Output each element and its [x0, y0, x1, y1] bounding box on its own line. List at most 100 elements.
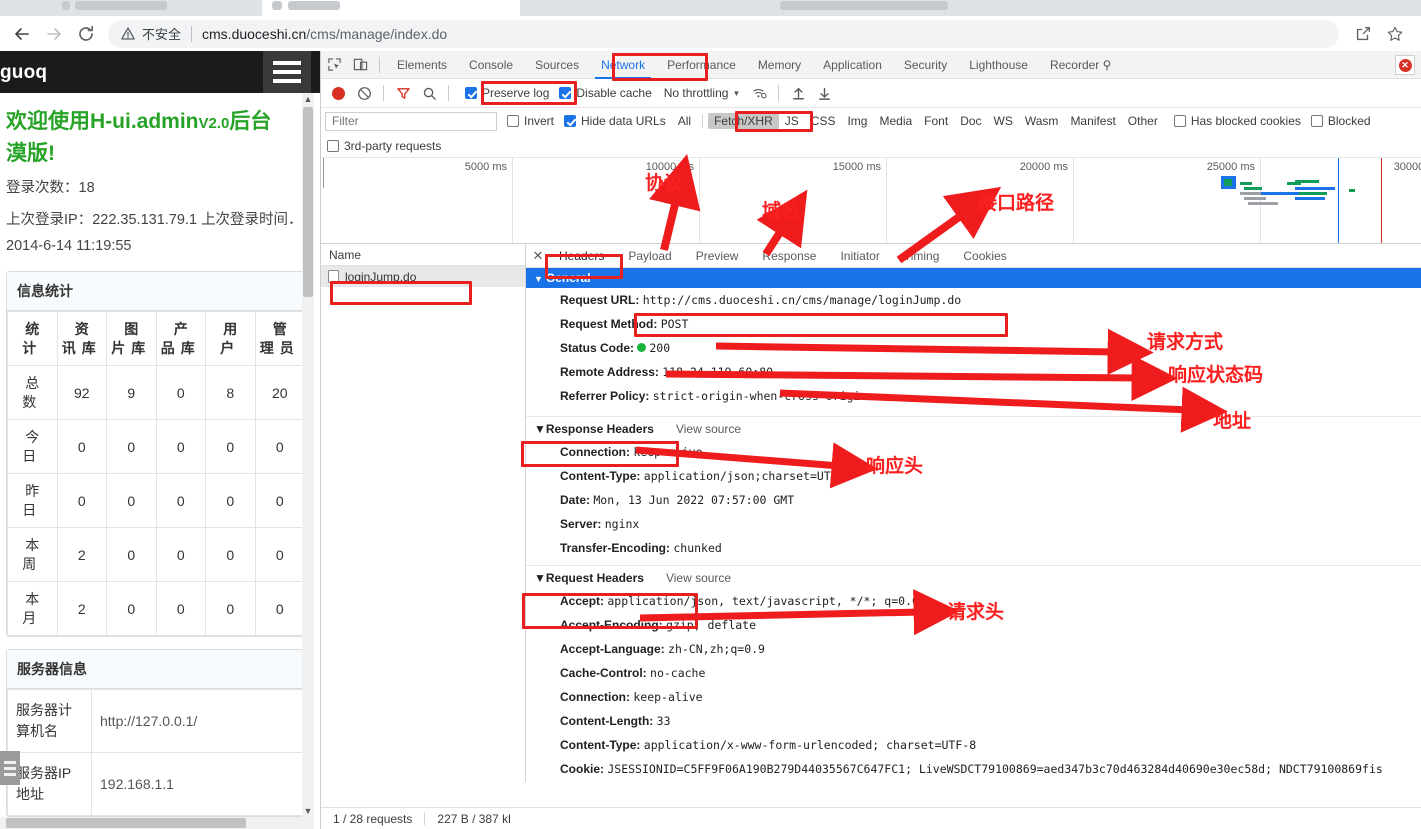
filter-funnel-icon[interactable]: [390, 80, 416, 106]
scroll-up-arrow-icon[interactable]: ▲: [302, 93, 314, 105]
tab-sources[interactable]: Sources: [524, 51, 590, 79]
request-headers-section-header[interactable]: ▼Request Headers View source: [526, 565, 1421, 589]
response-headers-title: Response Headers: [545, 421, 654, 436]
record-button-icon[interactable]: [325, 80, 351, 106]
view-source-link[interactable]: View source: [676, 417, 741, 441]
filter-chip-all[interactable]: All: [672, 113, 697, 129]
view-source-link[interactable]: View source: [666, 566, 731, 590]
stats-cell: 8: [205, 365, 256, 420]
request-list-header[interactable]: Name: [321, 244, 525, 266]
detail-tab-initiator[interactable]: Initiator: [828, 244, 891, 268]
clear-network-log-icon[interactable]: [351, 80, 377, 106]
has-blocked-cookies-checkbox[interactable]: Has blocked cookies: [1173, 114, 1301, 128]
scrollbar-thumb[interactable]: [6, 818, 246, 828]
checkbox-box[interactable]: [564, 115, 577, 127]
tab-application[interactable]: Application: [812, 51, 893, 79]
disable-cache-checkbox[interactable]: Disable cache: [559, 86, 652, 100]
export-har-icon[interactable]: [811, 80, 837, 106]
stats-cell: 0: [106, 527, 157, 582]
third-party-requests-checkbox[interactable]: 3rd-party requests: [327, 139, 441, 153]
tab-memory[interactable]: Memory: [747, 51, 812, 79]
header-key: Content-Length:: [560, 714, 654, 728]
filter-chip-ws[interactable]: WS: [988, 113, 1019, 129]
address-bar[interactable]: 不安全 cms.duoceshi.cn/cms/manage/index.do: [108, 19, 1339, 48]
tab-lighthouse[interactable]: Lighthouse: [958, 51, 1039, 79]
filter-chip-css[interactable]: CSS: [805, 113, 842, 129]
filter-chip-fetch-xhr[interactable]: Fetch/XHR: [708, 113, 779, 129]
filter-chip-img[interactable]: Img: [841, 113, 873, 129]
filter-chip-js[interactable]: JS: [779, 113, 805, 129]
request-list-item[interactable]: loginJump.do: [321, 266, 525, 287]
search-icon[interactable]: [416, 80, 442, 106]
checkbox-box[interactable]: [559, 87, 572, 99]
hamburger-menu-icon[interactable]: [263, 51, 311, 93]
header-key: Connection:: [560, 690, 630, 704]
reload-icon[interactable]: [70, 19, 102, 49]
network-conditions-icon[interactable]: [746, 80, 772, 106]
share-icon[interactable]: [1347, 19, 1379, 49]
tab-recorder[interactable]: Recorder ⚲: [1039, 51, 1123, 79]
star-icon[interactable]: [1379, 19, 1411, 49]
filter-chip-wasm[interactable]: Wasm: [1019, 113, 1065, 129]
chevron-down-icon: ▼: [534, 421, 546, 436]
detail-tab-timing[interactable]: Timing: [892, 244, 952, 268]
forward-arrow-icon[interactable]: [38, 19, 70, 49]
search-input[interactable]: [325, 111, 497, 131]
preserve-log-checkbox[interactable]: Preserve log: [465, 86, 549, 100]
detail-tab-cookies[interactable]: Cookies: [951, 244, 1018, 268]
checkbox-box[interactable]: [1310, 115, 1323, 127]
server-info-value: http://127.0.0.1/: [91, 689, 305, 753]
throttling-select[interactable]: No throttling ▼: [664, 86, 741, 100]
filter-chip-other[interactable]: Other: [1122, 113, 1164, 129]
chevron-down-icon: ▼: [732, 88, 741, 98]
detail-tab-headers[interactable]: Headers: [547, 244, 616, 268]
network-status-bar: 1 / 28 requests 227 B / 387 kl: [321, 807, 1421, 829]
detail-tab-preview[interactable]: Preview: [684, 244, 751, 268]
tab-network[interactable]: Network: [590, 51, 656, 79]
tab-performance[interactable]: Performance: [656, 51, 747, 79]
tab-console[interactable]: Console: [458, 51, 524, 79]
filter-chip-doc[interactable]: Doc: [954, 113, 987, 129]
browser-tab[interactable]: [524, 0, 776, 16]
detail-tab-response[interactable]: Response: [750, 244, 828, 268]
stats-table: 统计 资讯库 图片库 产品库 用户 管理员 总数 92 9 0 8 20 今日 …: [7, 311, 305, 636]
page-horizontal-scrollbar[interactable]: [0, 817, 308, 829]
tab-elements[interactable]: Elements: [386, 51, 458, 79]
chip-divider: [702, 114, 704, 128]
close-devtools-icon[interactable]: ✕: [1395, 55, 1415, 75]
page-vertical-scrollbar[interactable]: ▲ ▼: [302, 93, 314, 829]
detail-tab-payload[interactable]: Payload: [616, 244, 683, 268]
checkbox-box[interactable]: [327, 139, 339, 152]
sidebar-toggle-handle[interactable]: [0, 751, 20, 785]
table-row: 服务器IP地址 192.168.1.1: [7, 752, 305, 816]
hide-data-urls-checkbox[interactable]: Hide data URLs: [564, 114, 666, 128]
invert-checkbox[interactable]: Invert: [507, 114, 554, 128]
general-section-header[interactable]: ▼ General: [526, 268, 1421, 288]
close-detail-icon[interactable]: ✕: [529, 248, 547, 264]
scroll-down-arrow-icon[interactable]: ▼: [302, 805, 314, 817]
browser-tab-strip[interactable]: [0, 0, 1421, 16]
import-har-icon[interactable]: [785, 80, 811, 106]
filter-chip-media[interactable]: Media: [873, 113, 918, 129]
filter-chip-font[interactable]: Font: [918, 113, 954, 129]
toolbar-divider: [778, 85, 780, 101]
stats-row-label: 今日: [7, 419, 58, 474]
back-arrow-icon[interactable]: [6, 19, 38, 49]
device-toolbar-icon[interactable]: [347, 52, 373, 78]
checkbox-box[interactable]: [507, 115, 519, 127]
scrollbar-thumb[interactable]: [303, 107, 313, 297]
tab-security[interactable]: Security: [893, 51, 958, 79]
checkbox-box[interactable]: [465, 87, 477, 99]
resource-type-filters: All Fetch/XHR JS CSS Img Media Font Doc …: [672, 113, 1164, 129]
page-content: 欢迎使用H-ui.adminV2.0后台 漠版! 登录次数：18 上次登录IP：…: [0, 93, 320, 829]
filter-chip-manifest[interactable]: Manifest: [1064, 113, 1121, 129]
network-overview-timeline[interactable]: 5000 ms 10000 ms 15000 ms 20000 ms 25000…: [321, 158, 1421, 244]
third-party-requests-label: 3rd-party requests: [344, 138, 442, 153]
last-login-line: 上次登录IP：222.35.131.79.1 上次登录时间．2014-6-14 …: [6, 212, 303, 254]
header-value: no-cache: [650, 666, 706, 680]
blocked-checkbox[interactable]: Blocked: [1310, 114, 1371, 128]
response-headers-section-header[interactable]: ▼Response Headers View source: [526, 416, 1421, 440]
checkbox-box[interactable]: [1173, 115, 1186, 127]
stats-cell: 0: [254, 527, 305, 582]
inspect-element-icon[interactable]: [321, 52, 347, 78]
